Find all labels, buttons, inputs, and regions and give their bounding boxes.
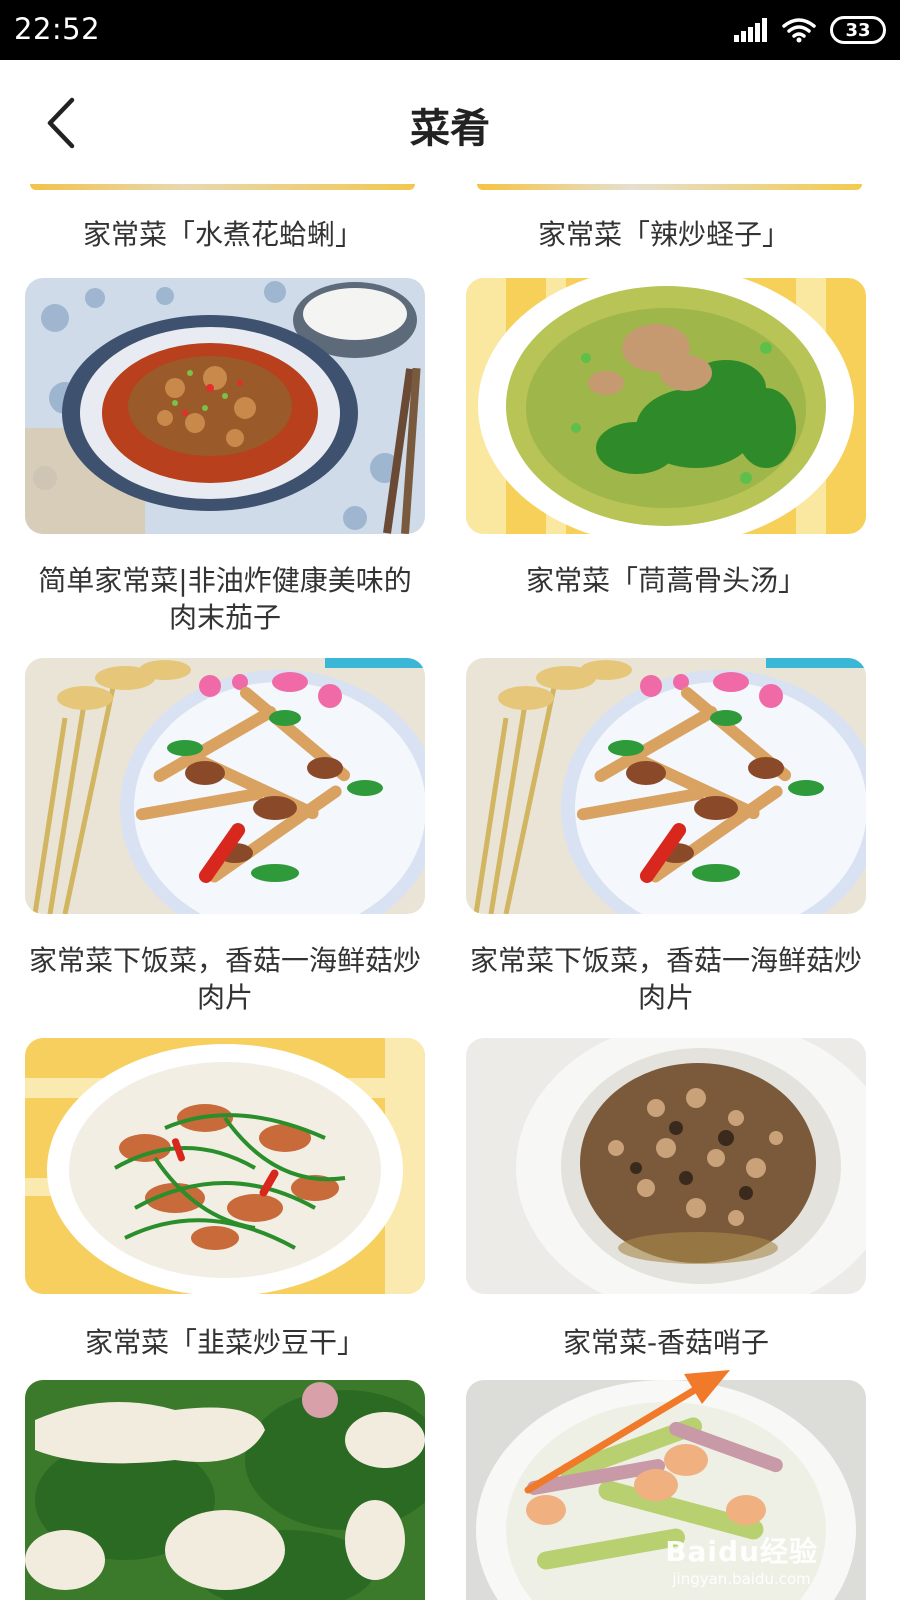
recipe-card[interactable]: 家常菜下饭菜，香菇一海鲜菇炒肉片 [466,658,866,1016]
watermark-url: jingyan.baidu.com [672,1570,811,1588]
recipe-image-mushroom-pork [25,658,425,914]
recipe-card[interactable]: 简单家常菜|非油炸健康美味的肉末茄子 [25,278,425,636]
recipe-title: 家常菜下饭菜，香菇一海鲜菇炒肉片 [469,944,862,1014]
recipe-card[interactable]: 家常菜下饭菜，香菇一海鲜菇炒肉片 [25,658,425,1016]
nav-bar: 菜肴 [0,60,900,184]
recipe-image-eggplant [25,278,425,534]
status-icons: 33 [734,14,886,46]
battery-icon: 33 [830,16,886,44]
recipe-title: 家常菜下饭菜，香菇一海鲜菇炒肉片 [28,944,421,1014]
recipe-title: 简单家常菜|非油炸健康美味的肉末茄子 [38,564,412,634]
recipe-image-soup [466,278,866,534]
signal-bars-icon [734,18,767,42]
status-bar: 22:52 33 [0,0,900,60]
recipe-image-partial [477,184,862,190]
recipe-card[interactable]: 家常菜「茼蒿骨头汤」 [466,278,866,599]
status-time: 22:52 [14,12,101,46]
watermark-logo: Baidu经验 [665,1535,818,1568]
recipe-title[interactable]: 家常菜「水煮花蛤蜊」 [23,216,423,253]
recipe-card[interactable]: 家常菜-香菇哨子 [466,1038,866,1361]
watermark: Baidu经验 jingyan.baidu.com [665,1530,818,1588]
recipe-card[interactable]: Baidu经验 jingyan.baidu.com [466,1380,866,1600]
recipe-title: 家常菜「茼蒿骨头汤」 [525,564,806,597]
recipe-title: 家常菜「韭菜炒豆干」 [84,1326,365,1359]
wifi-icon [782,18,816,43]
battery-level: 33 [845,19,871,41]
recipe-image-squid-greens [25,1380,425,1600]
recipe-title: 家常菜-香菇哨子 [562,1326,770,1359]
page-title: 菜肴 [410,106,490,152]
recipe-card[interactable]: 家常菜「韭菜炒豆干」 [25,1038,425,1361]
recipe-image-mushroom-sauce [466,1038,866,1294]
recipe-image-mushroom-pork [466,658,866,914]
recipe-card[interactable] [25,1380,425,1600]
recipe-image-chive-tofu [25,1038,425,1294]
recipe-grid[interactable]: 家常菜「水煮花蛤蜊」 家常菜「辣炒蛏子」 简单家常菜|非油炸健康美味的肉末茄子 … [0,184,900,1600]
recipe-image-partial [30,184,415,190]
recipe-title[interactable]: 家常菜「辣炒蛏子」 [464,216,864,253]
